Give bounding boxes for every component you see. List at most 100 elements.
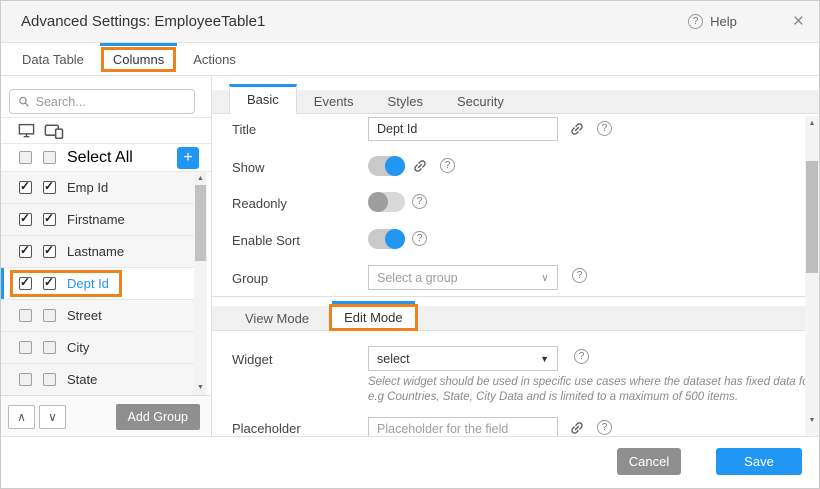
- search-icon: [18, 95, 30, 108]
- enable-sort-toggle[interactable]: [368, 229, 405, 249]
- panel-scrollbar[interactable]: ▲ ▼: [805, 116, 819, 438]
- help-icon[interactable]: ?: [412, 231, 427, 246]
- tab-data-table[interactable]: Data Table: [9, 52, 97, 67]
- readonly-field-label: Readonly: [232, 196, 287, 211]
- columns-sidebar: ✓ ✓ Select All + ✓ ✓ Emp Id ✓ ✓ Firstnam…: [1, 76, 212, 438]
- desktop-checkbox[interactable]: ✓: [19, 277, 32, 290]
- main-tab-bar: Data Table Columns Actions: [1, 43, 819, 76]
- tab-security[interactable]: Security: [440, 90, 521, 114]
- link-binding-icon[interactable]: [569, 420, 585, 436]
- desktop-checkbox[interactable]: ✓: [19, 309, 32, 322]
- select-all-mobile-checkbox[interactable]: ✓: [43, 151, 56, 164]
- mobile-checkbox[interactable]: ✓: [43, 277, 56, 290]
- column-label: Emp Id: [67, 180, 108, 195]
- help-icon[interactable]: ?: [688, 14, 703, 29]
- list-item[interactable]: ✓ ✓ Street: [1, 300, 194, 332]
- tab-styles[interactable]: Styles: [371, 90, 440, 114]
- column-label: Dept Id: [67, 276, 109, 291]
- scrollbar-thumb[interactable]: [195, 185, 206, 261]
- title-input[interactable]: [368, 117, 558, 141]
- scroll-down-icon[interactable]: ▼: [194, 383, 207, 393]
- help-icon[interactable]: ?: [574, 349, 589, 364]
- tab-edit-mode[interactable]: Edit Mode: [329, 304, 418, 331]
- list-item[interactable]: ✓ ✓ State: [1, 364, 194, 396]
- advanced-settings-dialog: Advanced Settings: EmployeeTable1 ? Help…: [0, 0, 820, 489]
- column-label: Street: [67, 308, 102, 323]
- tab-events[interactable]: Events: [297, 90, 371, 114]
- tab-actions[interactable]: Actions: [180, 52, 249, 67]
- tab-columns[interactable]: Columns: [101, 43, 176, 75]
- column-label: Firstname: [67, 212, 125, 227]
- column-settings-panel: Basic Events Styles Security Title ? Sho…: [212, 76, 819, 438]
- tab-columns-label: Columns: [113, 52, 164, 67]
- show-toggle[interactable]: [368, 156, 405, 176]
- checkmark-icon: ✓: [20, 275, 30, 289]
- link-binding-icon[interactable]: [569, 121, 585, 137]
- sidebar-scrollbar[interactable]: ▲ ▼: [194, 172, 207, 395]
- tab-basic[interactable]: Basic: [229, 84, 297, 114]
- tab-view-mode[interactable]: View Mode: [229, 307, 325, 331]
- select-all-desktop-checkbox[interactable]: ✓: [19, 151, 32, 164]
- help-icon[interactable]: ?: [412, 194, 427, 209]
- scrollbar-thumb[interactable]: [806, 161, 818, 273]
- checkmark-icon: ✓: [20, 179, 30, 193]
- help-icon[interactable]: ?: [597, 420, 612, 435]
- checkmark-icon: ✓: [44, 275, 54, 289]
- select-all-row[interactable]: ✓ ✓ Select All +: [1, 144, 211, 172]
- active-tab-indicator: [332, 301, 415, 304]
- help-icon[interactable]: ?: [440, 158, 455, 173]
- desktop-checkbox[interactable]: ✓: [19, 213, 32, 226]
- widget-field-label: Widget: [232, 352, 272, 367]
- mobile-checkbox[interactable]: ✓: [43, 181, 56, 194]
- widget-help-text: Select widget should be used in specific…: [368, 375, 816, 405]
- list-item-selected[interactable]: ✓ ✓ Dept Id: [1, 268, 194, 300]
- mobile-checkbox[interactable]: ✓: [43, 245, 56, 258]
- cancel-button[interactable]: Cancel: [617, 448, 681, 475]
- search-box[interactable]: [9, 89, 195, 114]
- link-binding-icon[interactable]: [412, 158, 428, 174]
- save-button[interactable]: Save: [716, 448, 802, 475]
- widget-select[interactable]: select ▼: [368, 346, 558, 371]
- enable-sort-field-label: Enable Sort: [232, 233, 300, 248]
- help-label[interactable]: Help: [710, 14, 737, 29]
- add-column-button[interactable]: +: [177, 147, 199, 169]
- move-down-button[interactable]: ∨: [39, 405, 66, 429]
- device-visibility-header: [1, 117, 211, 144]
- selected-indicator: [1, 268, 4, 299]
- move-up-button[interactable]: ∧: [8, 405, 35, 429]
- add-group-button[interactable]: Add Group: [116, 404, 200, 430]
- checkmark-icon: ✓: [20, 211, 30, 225]
- help-icon[interactable]: ?: [597, 121, 612, 136]
- desktop-checkbox[interactable]: ✓: [19, 245, 32, 258]
- active-tab-indicator: [100, 43, 177, 46]
- mobile-checkbox[interactable]: ✓: [43, 309, 56, 322]
- group-select-placeholder: Select a group: [377, 271, 458, 285]
- desktop-icon: [18, 123, 35, 139]
- desktop-checkbox[interactable]: ✓: [19, 341, 32, 354]
- list-item[interactable]: ✓ ✓ City: [1, 332, 194, 364]
- scroll-up-icon[interactable]: ▲: [194, 174, 207, 184]
- mobile-checkbox[interactable]: ✓: [43, 213, 56, 226]
- group-select[interactable]: Select a group ∨: [368, 265, 558, 290]
- desktop-checkbox[interactable]: ✓: [19, 181, 32, 194]
- desktop-checkbox[interactable]: ✓: [19, 373, 32, 386]
- list-item[interactable]: ✓ ✓ Lastname: [1, 236, 194, 268]
- select-all-label: Select All: [67, 149, 133, 167]
- scroll-down-icon[interactable]: ▼: [805, 416, 819, 426]
- panel-tabs: Basic Events Styles Security: [212, 76, 819, 114]
- close-icon[interactable]: ×: [793, 12, 804, 31]
- mobile-tablet-icon: [44, 123, 65, 139]
- widget-select-value: select: [377, 352, 410, 366]
- mobile-checkbox[interactable]: ✓: [43, 373, 56, 386]
- dialog-header: Advanced Settings: EmployeeTable1 ? Help…: [1, 1, 819, 43]
- list-item[interactable]: ✓ ✓ Firstname: [1, 204, 194, 236]
- placeholder-input[interactable]: [368, 417, 558, 438]
- search-input[interactable]: [36, 95, 186, 109]
- list-item[interactable]: ✓ ✓ Emp Id: [1, 172, 194, 204]
- readonly-toggle[interactable]: [368, 192, 405, 212]
- help-icon[interactable]: ?: [572, 268, 587, 283]
- title-field-label: Title: [232, 122, 256, 137]
- show-field-label: Show: [232, 160, 265, 175]
- mobile-checkbox[interactable]: ✓: [43, 341, 56, 354]
- scroll-up-icon[interactable]: ▲: [805, 119, 819, 129]
